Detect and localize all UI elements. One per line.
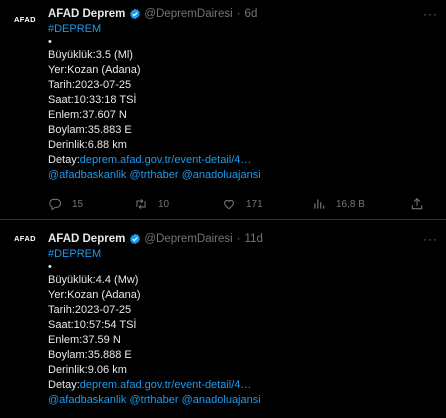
magnitude-text: Büyüklük:4.4 (Mw) xyxy=(48,274,139,286)
tweet-actions: 15 10 171 16,8 B xyxy=(48,196,438,212)
tweet-content: AFAD Deprem @DepremDairesi · 6d #DEPREM … xyxy=(48,6,438,183)
bullet-line: • xyxy=(48,36,52,48)
date-text: Tarih:2023-07-25 xyxy=(48,79,132,91)
location-text: Yer:Kozan (Adana) xyxy=(48,289,141,301)
views-count: 16,8 B xyxy=(336,198,365,210)
magnitude-text: Büyüklük:3.5 (Ml) xyxy=(48,49,133,61)
detail-label: Detay: xyxy=(48,154,80,166)
share-button[interactable] xyxy=(410,197,434,211)
detail-line: Detay:deprem.afad.gov.tr/event-detail/4… xyxy=(48,378,438,393)
detail-link[interactable]: deprem.afad.gov.tr/event-detail/4… xyxy=(80,154,252,166)
reply-button[interactable]: 15 xyxy=(48,197,83,211)
clock-text: Saat:10:57:54 TSİ xyxy=(48,319,137,331)
more-icon[interactable]: ··· xyxy=(423,232,438,246)
tweet-time[interactable]: 6d xyxy=(245,8,258,20)
latitude-text: Enlem:37.59 N xyxy=(48,334,121,346)
depth-text: Derinlik:6.88 km xyxy=(48,139,127,151)
author-name[interactable]: AFAD Deprem xyxy=(48,233,125,245)
like-button[interactable]: 171 xyxy=(222,197,263,211)
reply-icon xyxy=(49,198,62,211)
tweet-header: AFAD Deprem @DepremDairesi · 11d xyxy=(48,231,438,247)
hashtag-link[interactable]: #DEPREM xyxy=(48,247,438,262)
afad-logo: AFAD xyxy=(13,234,37,243)
author-handle[interactable]: @DepremDairesi xyxy=(144,233,232,245)
verified-badge-icon xyxy=(130,8,141,20)
location-text: Yer:Kozan (Adana) xyxy=(48,64,141,76)
hashtag-link[interactable]: #DEPREM xyxy=(48,22,438,37)
clock-text: Saat:10:33:18 TSİ xyxy=(48,94,137,106)
tweet-content: AFAD Deprem @DepremDairesi · 11d #DEPREM… xyxy=(48,231,438,408)
separator-dot: · xyxy=(236,8,241,20)
latitude-text: Enlem:37.607 N xyxy=(48,109,127,121)
retweet-icon xyxy=(136,198,146,210)
separator-dot: · xyxy=(236,233,241,245)
longitude-text: Boylam:35.883 E xyxy=(48,124,132,136)
views-button[interactable]: 16,8 B xyxy=(312,197,365,211)
like-icon xyxy=(224,199,234,210)
share-icon xyxy=(411,198,423,210)
author-handle[interactable]: @DepremDairesi xyxy=(144,8,232,20)
depth-text: Derinlik:9.06 km xyxy=(48,364,127,376)
reply-count: 15 xyxy=(72,198,84,210)
longitude-text: Boylam:35.888 E xyxy=(48,349,132,361)
more-icon[interactable]: ··· xyxy=(423,7,438,21)
tweet[interactable]: AFAD AFAD Deprem @DepremDairesi · 6d #DE… xyxy=(0,0,446,219)
avatar[interactable]: AFAD xyxy=(10,231,40,261)
tweet-header: AFAD Deprem @DepremDairesi · 6d xyxy=(48,6,438,22)
tweet-time[interactable]: 11d xyxy=(245,233,263,245)
retweet-button[interactable]: 10 xyxy=(134,197,169,211)
detail-label: Detay: xyxy=(48,379,80,391)
author-name[interactable]: AFAD Deprem xyxy=(48,8,125,20)
retweet-count: 10 xyxy=(158,198,170,210)
mentions-links[interactable]: @afadbaskanlik @trthaber @anadoluajansi xyxy=(48,168,438,183)
verified-badge-icon xyxy=(130,233,141,245)
views-icon xyxy=(314,199,325,209)
detail-line: Detay:deprem.afad.gov.tr/event-detail/4… xyxy=(48,153,438,168)
like-count: 171 xyxy=(246,198,263,210)
tweet[interactable]: AFAD AFAD Deprem @DepremDairesi · 11d #D… xyxy=(0,219,446,418)
afad-logo: AFAD xyxy=(13,15,37,24)
bullet-line: • xyxy=(48,261,52,273)
mentions-links[interactable]: @afadbaskanlik @trthaber @anadoluajansi xyxy=(48,393,438,408)
detail-link[interactable]: deprem.afad.gov.tr/event-detail/4… xyxy=(80,379,252,391)
date-text: Tarih:2023-07-25 xyxy=(48,304,132,316)
avatar[interactable]: AFAD xyxy=(10,12,40,42)
